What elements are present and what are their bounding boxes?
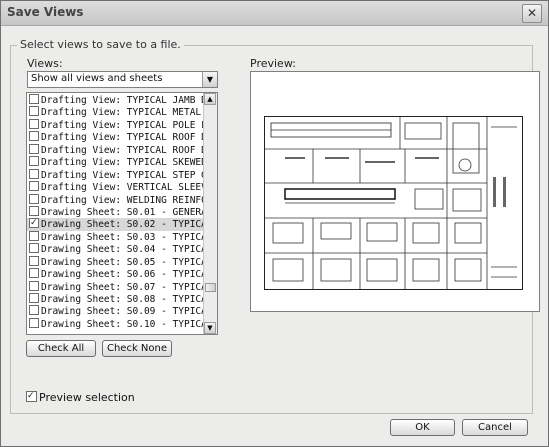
sheet-thumbnail [265,117,517,289]
title-bar: Save Views ✕ [1,1,548,26]
list-item-label: Drafting View: TYPICAL ROOF DECK DETAI [41,132,203,144]
list-item[interactable]: Drawing Sheet: S0.01 - GENERAL NOTES & [27,205,203,218]
list-item[interactable]: Drafting View: TYPICAL POLE FOOTING [27,118,203,131]
cancel-button[interactable]: Cancel [462,419,528,436]
preview-selection-checkbox[interactable] [26,391,37,402]
list-item[interactable]: Drawing Sheet: S0.09 - TYPICAL METAL ST [27,305,203,317]
list-item-label: Drafting View: TYPICAL POLE FOOTING [41,119,203,131]
list-item-label: Drawing Sheet: S0.09 - TYPICAL METAL ST [41,306,203,318]
scrollbar-thumb[interactable] [205,283,216,292]
preview-selection-option[interactable]: Preview selection [26,391,135,404]
list-item-checkbox[interactable] [29,243,39,254]
list-item-checkbox[interactable] [29,131,39,142]
chevron-down-icon[interactable]: ▼ [202,72,217,87]
ok-button[interactable]: OK [390,419,455,436]
list-item-label: Drawing Sheet: S0.02 - TYPICAL CONCRET [41,219,203,231]
list-item[interactable]: Drawing Sheet: S0.08 - TYPICAL METAL ST [27,293,203,305]
preview-label: Preview: [250,57,296,70]
list-item-label: Drawing Sheet: S0.03 - TYPICAL CONCRET [41,231,203,243]
list-item-label: Drawing Sheet: S0.06 - TYPICAL STEEL DE [41,269,203,281]
list-item-checkbox[interactable] [29,305,39,316]
list-item-label: Drafting View: TYPICAL METAL DECK NOTE [41,107,203,119]
list-item-checkbox[interactable] [29,168,39,179]
scroll-down-icon[interactable]: ▼ [204,322,216,334]
list-item-checkbox[interactable] [29,181,39,192]
list-item[interactable]: Drafting View: TYPICAL SKEWED CONNECT [27,156,203,168]
list-item-checkbox[interactable] [29,143,39,154]
list-item[interactable]: Drawing Sheet: S0.02 - TYPICAL CONCRET [27,218,203,231]
views-filter-dropdown[interactable]: Show all views and sheets ▼ [27,71,218,88]
check-all-button[interactable]: Check All [26,340,96,357]
list-item-checkbox[interactable] [29,94,39,104]
list-item[interactable]: Drawing Sheet: S0.07 - TYPICAL STEEL & M [27,280,203,293]
list-item-checkbox[interactable] [29,218,39,229]
check-none-button[interactable]: Check None [102,340,172,357]
list-item-label: Drawing Sheet: S0.10 - TYPICAL BRACED F [41,318,203,330]
views-list-items: Drafting View: TYPICAL JAMB DETAILDrafti… [27,94,203,330]
list-item-checkbox[interactable] [29,317,39,328]
preview-selection-label: Preview selection [39,391,135,404]
list-item[interactable]: Drawing Sheet: S0.10 - TYPICAL BRACED F [27,317,203,330]
list-item-label: Drafting View: TYPICAL ROOF DECK DETAI [41,144,203,156]
list-item[interactable]: Drawing Sheet: S0.06 - TYPICAL STEEL DE [27,268,203,280]
group-label: Select views to save to a file. [17,38,184,51]
list-item-checkbox[interactable] [29,280,39,291]
list-item[interactable]: Drafting View: WELDING REINFORCING DA [27,193,203,206]
list-item-label: Drafting View: WELDING REINFORCING DA [41,194,203,206]
list-item-label: Drafting View: TYPICAL JAMB DETAIL [41,95,203,106]
list-item[interactable]: Drafting View: TYPICAL JAMB DETAIL [27,94,203,106]
views-filter-value: Show all views and sheets [31,73,163,84]
views-label: Views: [27,57,63,70]
list-item[interactable]: Drafting View: TYPICAL STEP GRADE BEAM [27,168,203,181]
list-item-checkbox[interactable] [29,268,39,279]
list-item-checkbox[interactable] [29,293,39,303]
list-item-label: Drawing Sheet: S0.08 - TYPICAL METAL ST [41,294,203,305]
list-item-checkbox[interactable] [29,205,39,216]
save-views-dialog: Save Views ✕ Select views to save to a f… [0,0,549,447]
list-item-checkbox[interactable] [29,118,39,129]
list-item-checkbox[interactable] [29,230,39,241]
views-list[interactable]: Drafting View: TYPICAL JAMB DETAILDrafti… [26,92,218,335]
close-button[interactable]: ✕ [522,4,542,23]
list-item-label: Drafting View: TYPICAL STEP GRADE BEAM [41,169,203,181]
list-item-label: Drawing Sheet: S0.07 - TYPICAL STEEL & M [41,281,203,293]
dialog-title: Save Views [7,5,84,19]
preview-pane [250,71,540,312]
drawing-sheet-preview [264,116,523,290]
list-item-label: Drawing Sheet: S0.04 - TYPICAL METAL DE [41,244,203,256]
list-item[interactable]: Drafting View: TYPICAL ROOF DECK DETAI [27,131,203,143]
list-item-label: Drawing Sheet: S0.01 - GENERAL NOTES & [41,206,203,218]
list-item-label: Drafting View: TYPICAL SKEWED CONNECT [41,157,203,169]
list-item[interactable]: Drawing Sheet: S0.04 - TYPICAL METAL DE [27,243,203,255]
list-item-checkbox[interactable] [29,156,39,167]
list-item[interactable]: Drafting View: TYPICAL METAL DECK NOTE [27,106,203,118]
list-item-checkbox[interactable] [29,193,39,204]
views-list-scrollbar[interactable]: ▲ ▼ [203,93,217,334]
list-item-checkbox[interactable] [29,106,39,117]
list-item[interactable]: Drafting View: TYPICAL ROOF DECK DETAI [27,143,203,156]
list-item-checkbox[interactable] [29,255,39,266]
scroll-up-icon[interactable]: ▲ [204,93,216,105]
list-item[interactable]: Drafting View: VERTICAL SLEEVE THRU GRA [27,181,203,193]
list-item[interactable]: Drawing Sheet: S0.03 - TYPICAL CONCRET [27,230,203,243]
list-item-label: Drafting View: VERTICAL SLEEVE THRU GRA [41,182,203,194]
list-item[interactable]: Drawing Sheet: S0.05 - TYPICAL METAL DE [27,255,203,268]
list-item-label: Drawing Sheet: S0.05 - TYPICAL METAL DE [41,256,203,268]
